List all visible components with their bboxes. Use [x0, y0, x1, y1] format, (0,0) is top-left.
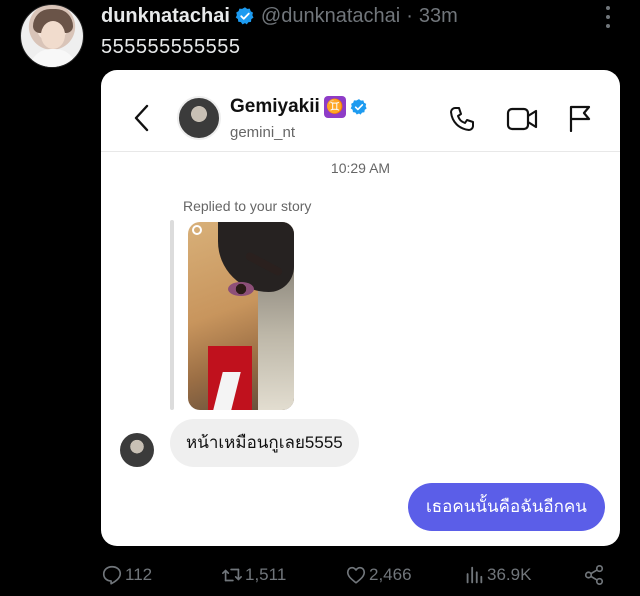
like-icon	[346, 566, 366, 584]
more-dot	[606, 6, 610, 10]
more-dot	[606, 15, 610, 19]
views-icon	[466, 566, 483, 584]
outgoing-message-bubble: เธอคนนั้นคือฉันอีกคน	[408, 483, 605, 531]
avatar-face	[41, 21, 65, 49]
retweet-count: 1,511	[245, 565, 287, 584]
dm-verified-icon	[350, 99, 367, 115]
message-sender-avatar	[120, 433, 154, 467]
replied-to-story-label: Replied to your story	[183, 198, 312, 214]
incoming-message-bubble: หน้าเหมือนกูเลย5555	[170, 419, 359, 467]
phone-icon	[450, 107, 474, 131]
tweet-text: 555555555555	[101, 36, 241, 58]
share-button[interactable]	[583, 564, 607, 586]
dm-screenshot-card[interactable]: Gemiyakii ♊ gemini_nt 10:29 AM Replied t…	[101, 70, 620, 546]
retweet-button[interactable]: 1,511	[221, 564, 286, 586]
dm-contact-username: gemini_nt	[230, 124, 296, 141]
dm-header: Gemiyakii ♊ gemini_nt	[101, 70, 620, 152]
dm-contact-name-row: Gemiyakii ♊	[230, 96, 368, 118]
tweet-time[interactable]: 33m	[419, 5, 458, 28]
reply-indicator-bar	[170, 220, 174, 410]
tweet-header: dunknatachai @dunknatachai · 33m	[101, 4, 458, 28]
more-dot	[606, 24, 610, 28]
avatar-shirt	[29, 49, 77, 67]
story-ring-icon	[192, 225, 202, 235]
like-count: 2,466	[369, 565, 412, 584]
dm-contact-avatar	[177, 96, 221, 140]
tweet: dunknatachai @dunknatachai · 33m 5555555…	[0, 0, 640, 596]
retweet-icon	[222, 568, 242, 582]
reply-count: 112	[125, 565, 153, 584]
gemini-emoji: ♊	[323, 96, 346, 118]
share-icon	[584, 565, 604, 585]
view-count: 36.9K	[487, 565, 532, 584]
like-button[interactable]: 2,466	[345, 564, 412, 586]
header-separator: ·	[406, 4, 413, 27]
dm-contact-name: Gemiyakii	[230, 96, 320, 117]
tweet-action-bar: 112 1,511 2,466 36.9K	[101, 562, 620, 592]
flag-icon	[569, 105, 591, 132]
story-eye	[228, 282, 254, 296]
story-thumbnail	[188, 222, 294, 410]
more-icon[interactable]	[606, 6, 612, 28]
reply-icon	[102, 565, 122, 585]
verified-icon	[235, 7, 254, 25]
video-icon	[506, 107, 538, 131]
views-button[interactable]: 36.9K	[463, 564, 531, 586]
author-handle[interactable]: @dunknatachai	[261, 5, 400, 28]
reply-button[interactable]: 112	[101, 564, 152, 586]
back-icon	[134, 104, 149, 132]
author-display-name[interactable]: dunknatachai	[101, 5, 230, 28]
dm-timestamp: 10:29 AM	[330, 160, 391, 176]
tweet-author-avatar[interactable]	[20, 4, 84, 68]
